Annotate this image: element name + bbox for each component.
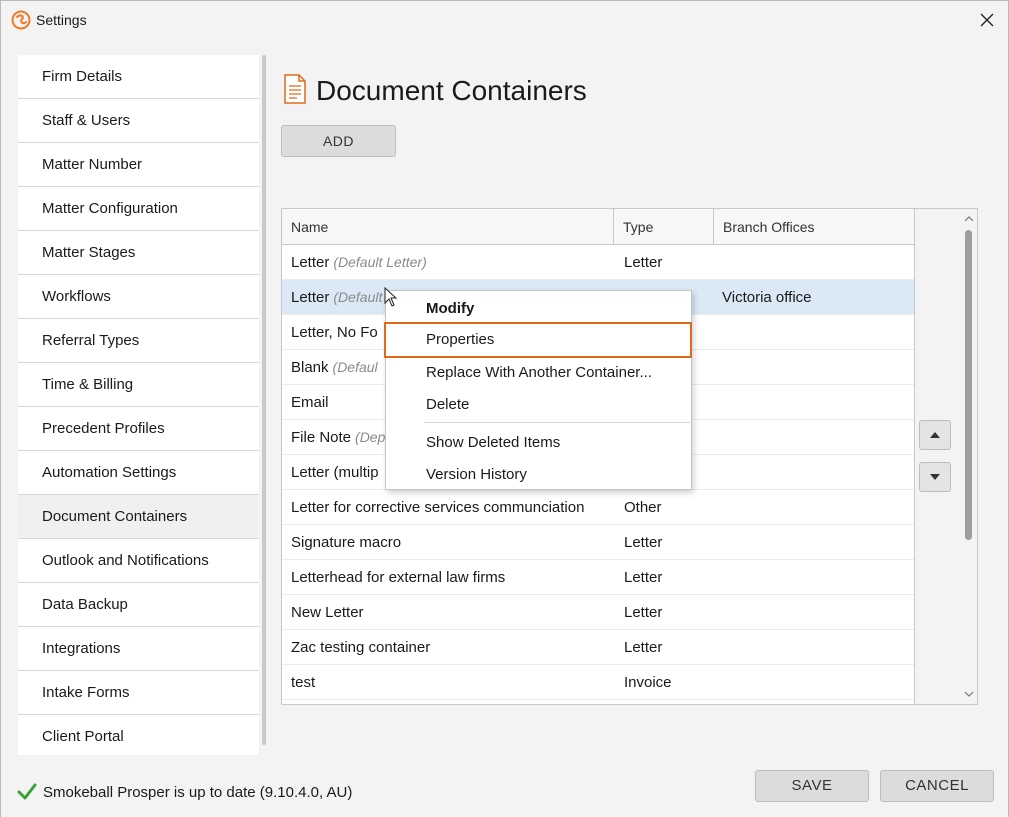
row-branch (722, 350, 912, 385)
row-note: (Default (333, 289, 383, 305)
cancel-button[interactable]: CANCEL (880, 770, 994, 802)
row-type: Letter (624, 604, 663, 621)
row-branch: Victoria office (722, 289, 812, 306)
sidebar-item-staff-users[interactable]: Staff & Users (18, 99, 259, 143)
row-name: Blank (291, 359, 329, 376)
menu-item-version-history[interactable]: Version History (386, 459, 691, 491)
menu-item-modify[interactable]: Modify (386, 293, 691, 325)
row-note: (Defaul (332, 359, 378, 375)
row-type: Letter (624, 254, 663, 271)
row-name: Letter for corrective services communcia… (291, 499, 585, 516)
row-branch (722, 385, 912, 420)
sidebar-item-time-billing[interactable]: Time & Billing (18, 363, 259, 407)
menu-item-replace-container[interactable]: Replace With Another Container... (386, 357, 691, 389)
sidebar-item-matter-number[interactable]: Matter Number (18, 143, 259, 187)
table-row[interactable]: Letterhead for external law firms Letter (282, 560, 914, 595)
row-name: Letter (291, 254, 330, 271)
sidebar-item-automation-settings[interactable]: Automation Settings (18, 451, 259, 495)
table-row[interactable]: test Invoice (282, 665, 914, 700)
table-scrollbar[interactable] (961, 209, 977, 704)
close-button[interactable] (975, 9, 999, 31)
row-branch (722, 245, 912, 280)
save-button[interactable]: SAVE (755, 770, 869, 802)
move-up-button[interactable] (919, 420, 951, 450)
row-type: Invoice (624, 674, 672, 691)
check-icon (17, 783, 37, 800)
menu-item-properties[interactable]: Properties (384, 322, 692, 358)
row-name: New Letter (291, 604, 364, 621)
row-branch (722, 630, 912, 665)
settings-sidebar: Firm Details Staff & Users Matter Number… (18, 55, 259, 759)
page-title: Document Containers (316, 75, 587, 106)
table-row[interactable]: New Letter Letter (282, 595, 914, 630)
menu-item-delete[interactable]: Delete (386, 389, 691, 421)
sidebar-item-precedent-profiles[interactable]: Precedent Profiles (18, 407, 259, 451)
row-branch (722, 525, 912, 560)
sidebar-item-referral-types[interactable]: Referral Types (18, 319, 259, 363)
row-name: Zac testing container (291, 639, 431, 656)
table-row[interactable]: Zac testing container Letter (282, 630, 914, 665)
table-row[interactable]: Letter for corrective services communcia… (282, 490, 914, 525)
row-name: Signature macro (291, 534, 402, 551)
sidebar-item-matter-stages[interactable]: Matter Stages (18, 231, 259, 275)
document-icon (284, 74, 306, 104)
sidebar-item-workflows[interactable]: Workflows (18, 275, 259, 319)
status-text: Smokeball Prosper is up to date (9.10.4.… (43, 784, 353, 801)
settings-window: Settings Firm Details Staff & Users Matt… (0, 0, 1009, 817)
smokeball-logo-icon (11, 10, 31, 30)
row-name: test (291, 674, 316, 691)
row-note: (Default Letter) (333, 254, 427, 270)
menu-separator (424, 422, 690, 423)
title-bar: Settings (1, 1, 1008, 39)
row-branch (722, 595, 912, 630)
sidebar-item-firm-details[interactable]: Firm Details (18, 55, 259, 99)
row-type: Letter (624, 534, 663, 551)
row-name: Letter, No Fo (291, 324, 378, 341)
scrollbar-thumb[interactable] (965, 230, 972, 540)
move-down-button[interactable] (919, 462, 951, 492)
sidebar-item-intake-forms[interactable]: Intake Forms (18, 671, 259, 715)
scroll-up-icon[interactable] (964, 215, 974, 223)
triangle-up-icon (930, 432, 940, 438)
window-title: Settings (36, 12, 87, 28)
sidebar-item-client-portal[interactable]: Client Portal (18, 715, 259, 759)
sidebar-item-document-containers[interactable]: Document Containers (18, 495, 259, 539)
row-name: File Note (291, 429, 352, 446)
row-name: Email (291, 394, 329, 411)
table-row[interactable]: Signature macro Letter (282, 525, 914, 560)
row-branch (722, 455, 912, 490)
triangle-down-icon (930, 474, 940, 480)
row-type: Other (624, 499, 662, 516)
column-header-branch-offices[interactable]: Branch Offices (714, 209, 914, 245)
row-note: (Dep (355, 429, 386, 445)
row-type: Letter (624, 569, 663, 586)
row-branch (722, 665, 912, 700)
row-name: Letter (291, 289, 330, 306)
menu-item-show-deleted-items[interactable]: Show Deleted Items (386, 427, 691, 459)
row-name: Letterhead for external law firms (291, 569, 506, 586)
mouse-cursor-icon (384, 287, 398, 307)
sidebar-item-data-backup[interactable]: Data Backup (18, 583, 259, 627)
context-menu: Modify Properties Replace With Another C… (384, 290, 692, 491)
sidebar-item-outlook-notifications[interactable]: Outlook and Notifications (18, 539, 259, 583)
row-type: Letter (624, 639, 663, 656)
table-header: Name Type Branch Offices (282, 209, 914, 245)
sidebar-item-integrations[interactable]: Integrations (18, 627, 259, 671)
row-name: Letter (multip (291, 464, 379, 481)
row-branch (722, 315, 912, 350)
row-branch (722, 420, 912, 455)
column-header-type[interactable]: Type (614, 209, 714, 245)
table-row[interactable]: Letter (Default Letter) Letter (282, 245, 914, 280)
row-branch (722, 490, 912, 525)
sidebar-item-matter-configuration[interactable]: Matter Configuration (18, 187, 259, 231)
add-button[interactable]: ADD (281, 125, 396, 157)
column-header-name[interactable]: Name (282, 209, 614, 245)
row-branch (722, 560, 912, 595)
close-icon (980, 13, 994, 27)
scroll-down-icon[interactable] (964, 690, 974, 698)
